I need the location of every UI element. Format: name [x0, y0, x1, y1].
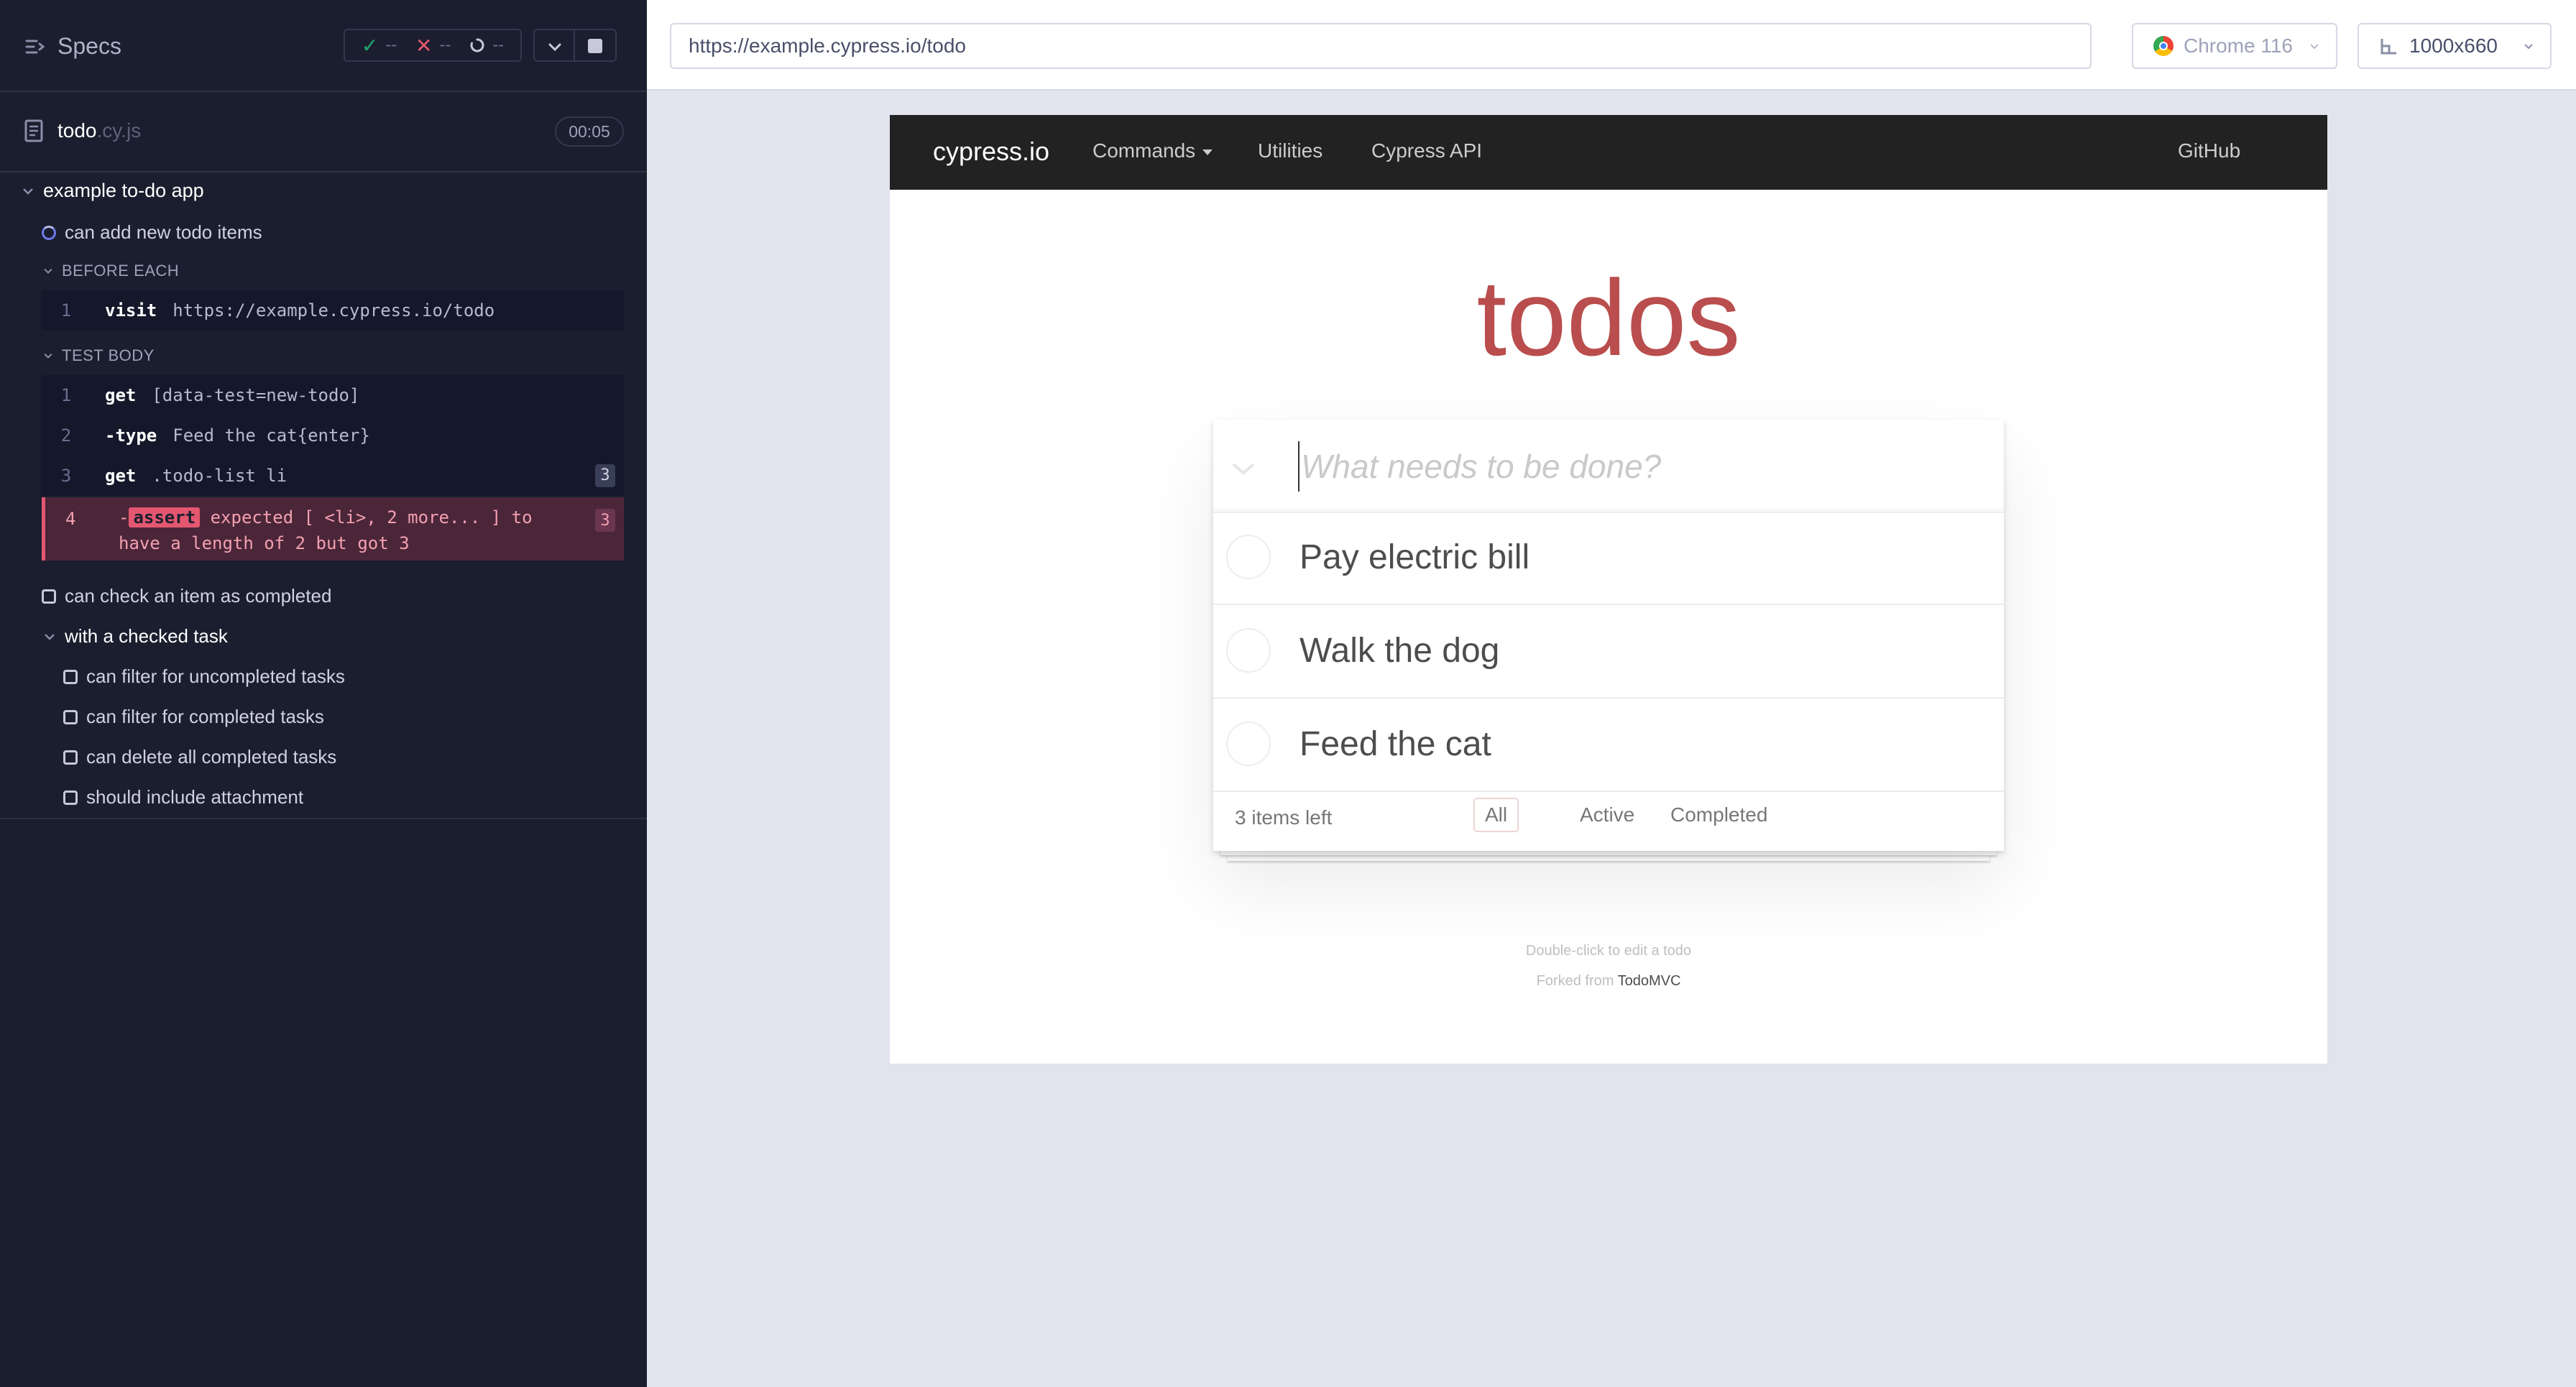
command-row[interactable]: 3 get .todo-list li 3 [42, 456, 624, 495]
test-title: can check an item as completed [65, 585, 332, 607]
page-title: todos [1476, 257, 1741, 378]
test-body-commands: 1 get [data-test=new-todo] 2 -type Feed … [42, 375, 624, 496]
caret-down-icon [1202, 149, 1213, 155]
suite-title: with a checked task [65, 625, 228, 647]
nav-cypress-api[interactable]: Cypress API [1371, 139, 1482, 162]
todo-toggle-checkbox[interactable] [1226, 628, 1271, 673]
element-count-badge: 3 [595, 509, 615, 532]
pending-square-icon [63, 790, 78, 805]
command-row[interactable]: 1 get [data-test=new-todo] [42, 375, 624, 415]
hook-label: TEST BODY [62, 346, 155, 364]
suite-title: example to-do app [43, 180, 204, 201]
pending-square-icon [63, 709, 78, 724]
new-todo-row [1213, 420, 2004, 513]
toggle-auto-scroll-button[interactable] [533, 29, 575, 62]
todo-toggle-checkbox[interactable] [1226, 722, 1271, 766]
stat-pending: -- [469, 35, 504, 55]
suite-row[interactable]: example to-do app [20, 180, 204, 202]
hook-label: BEFORE EACH [62, 262, 180, 280]
chrome-icon [2153, 36, 2174, 56]
todo-footer: 3 items left All Active Completed [1213, 785, 2004, 851]
hook-test-body[interactable]: TEST BODY [42, 346, 155, 365]
info-edit-hint: Double-click to edit a todo [1525, 943, 1692, 959]
browser-selector[interactable]: Chrome 116 [2132, 23, 2337, 69]
viewport-icon [2380, 39, 2396, 55]
test-title: can delete all completed tasks [86, 746, 337, 768]
spec-file-header: todo.cy.js 00:05 [0, 93, 647, 172]
chevron-down-icon [2524, 44, 2533, 50]
url-bar[interactable]: https://example.cypress.io/todo [670, 23, 2092, 69]
brand-link[interactable]: cypress.io [933, 137, 1049, 167]
test-title: can add new todo items [65, 221, 262, 243]
chevron-down-icon [548, 43, 561, 52]
test-row[interactable]: can filter for completed tasks [63, 706, 324, 728]
stop-button[interactable] [575, 29, 617, 62]
test-row[interactable]: can check an item as completed [42, 585, 331, 607]
pending-square-icon [63, 750, 78, 765]
pending-square-icon [63, 669, 78, 684]
test-row[interactable]: can filter for uncompleted tasks [63, 665, 345, 688]
running-spinner-icon [42, 225, 56, 240]
chevron-down-icon [2310, 44, 2319, 50]
app-navbar: cypress.io Commands Utilities Cypress AP… [890, 115, 2327, 190]
check-icon: ✓ [361, 34, 379, 57]
todo-item[interactable]: Pay electric bill [1213, 513, 2004, 605]
todo-label[interactable]: Pay electric bill [1300, 538, 1530, 577]
assert-label: assert [129, 507, 201, 527]
new-todo-input[interactable] [1298, 441, 1974, 492]
file-icon [24, 119, 43, 142]
nav-utilities[interactable]: Utilities [1258, 139, 1322, 162]
chevron-down-icon [45, 633, 55, 640]
reporter-header: Specs ✓ -- ✕ -- -- [0, 0, 647, 92]
info-forked: Forked from TodoMVC [1536, 973, 1681, 989]
hook-before-each[interactable]: BEFORE EACH [42, 262, 179, 280]
test-row-running[interactable]: can add new todo items [42, 221, 262, 244]
test-row[interactable]: should include attachment [63, 786, 303, 808]
reporter-panel: Specs ✓ -- ✕ -- -- todo.cy.js 00:05 exam… [0, 0, 647, 1387]
toggle-all-icon[interactable] [1230, 457, 1256, 479]
todo-item[interactable]: Walk the dog [1213, 607, 2004, 699]
todo-toggle-checkbox[interactable] [1226, 535, 1271, 579]
todo-item[interactable]: Feed the cat [1213, 700, 2004, 792]
element-count-badge: 3 [595, 464, 615, 487]
filter-active[interactable]: Active [1568, 798, 1646, 832]
stop-icon [588, 39, 602, 53]
command-row[interactable]: 1 visit https://example.cypress.io/todo [42, 290, 624, 330]
app-under-test: cypress.io Commands Utilities Cypress AP… [890, 115, 2327, 1064]
stat-passed: ✓ -- [361, 34, 397, 57]
stat-failed: ✕ -- [415, 34, 451, 57]
x-icon: ✕ [415, 34, 433, 57]
nav-github[interactable]: GitHub [2178, 139, 2240, 162]
items-left-count: 3 items left [1235, 806, 1333, 829]
chevron-down-icon [44, 353, 52, 359]
divider [0, 818, 647, 819]
specs-list-icon[interactable] [24, 36, 46, 57]
viewport-selector[interactable]: 1000x660 [2358, 23, 2552, 69]
todo-label[interactable]: Feed the cat [1300, 724, 1491, 764]
pending-square-icon [42, 589, 56, 604]
filter-completed[interactable]: Completed [1659, 798, 1779, 832]
command-row-failed[interactable]: 4 - assert expected [ <li>, 2 more... ] t… [42, 497, 624, 561]
nav-commands[interactable]: Commands [1092, 139, 1213, 162]
runner-topbar: https://example.cypress.io/todo Chrome 1… [647, 0, 2576, 91]
duration-badge: 00:05 [555, 116, 624, 147]
todo-card: Pay electric bill Walk the dog Feed the … [1213, 420, 2004, 851]
todo-app: Pay electric bill Walk the dog Feed the … [1213, 420, 2004, 861]
test-title: can filter for uncompleted tasks [86, 665, 345, 687]
pending-spinner-icon [470, 38, 484, 52]
filter-all[interactable]: All [1473, 798, 1519, 832]
test-stats: ✓ -- ✕ -- -- [344, 29, 522, 62]
chevron-down-icon [44, 268, 52, 274]
todo-label[interactable]: Walk the dog [1300, 631, 1499, 671]
specs-title[interactable]: Specs [58, 33, 121, 60]
spec-file-name[interactable]: todo.cy.js [58, 119, 141, 142]
nested-suite-row[interactable]: with a checked task [42, 625, 228, 648]
command-row[interactable]: 2 -type Feed the cat{enter} [42, 415, 624, 455]
test-row[interactable]: can delete all completed tasks [63, 746, 336, 768]
todomvc-link[interactable]: TodoMVC [1618, 973, 1681, 989]
chevron-down-icon [23, 188, 33, 195]
test-title: can filter for completed tasks [86, 706, 324, 727]
test-title: should include attachment [86, 786, 304, 808]
before-each-commands: 1 visit https://example.cypress.io/todo [42, 290, 624, 331]
